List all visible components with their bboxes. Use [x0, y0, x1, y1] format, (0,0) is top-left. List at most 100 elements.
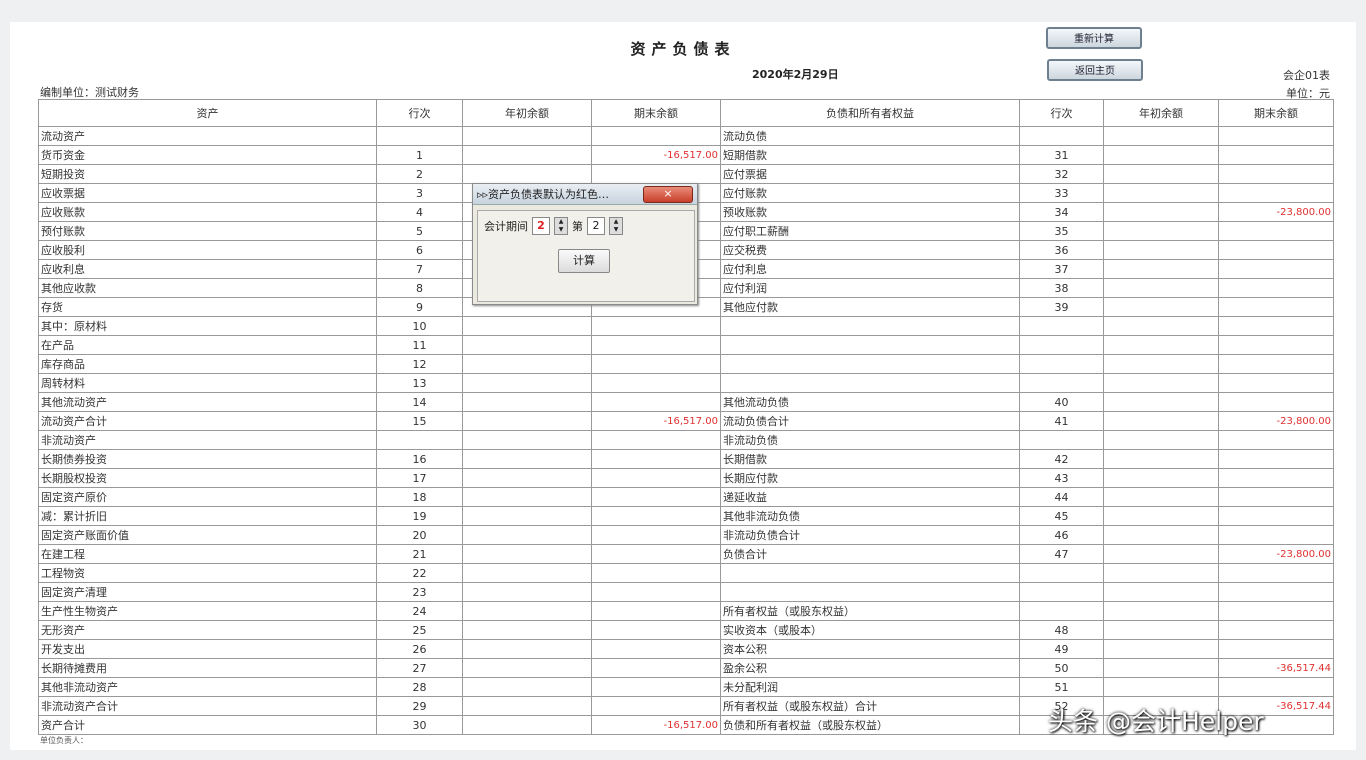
asset-name-cell: 其他应收款 [38, 278, 377, 298]
line-no-cell-right: 50 [1019, 658, 1104, 678]
asset-name-cell: 资产合计 [38, 715, 377, 735]
spin-down-icon[interactable]: ▼ [610, 226, 622, 234]
period-spinner-2[interactable]: ▲ ▼ [609, 217, 623, 235]
asset-name-cell: 应收利息 [38, 259, 377, 279]
return-home-button[interactable]: 返回主页 [1047, 59, 1143, 81]
line-no-cell-right: 44 [1019, 487, 1104, 507]
asset-name-cell: 应收股利 [38, 240, 377, 260]
line-no-cell-right: 39 [1019, 297, 1104, 317]
calculate-button[interactable]: 计算 [558, 249, 610, 273]
closing-balance-cell [591, 582, 721, 602]
line-no-cell-right [1019, 373, 1104, 393]
opening-balance-cell [462, 145, 592, 165]
asset-name-cell: 在产品 [38, 335, 377, 355]
closing-balance-cell [591, 544, 721, 564]
table-row: 固定资产原价 18 递延收益 44 [38, 487, 1334, 507]
opening-balance-cell [462, 316, 592, 336]
opening-balance-cell [462, 715, 592, 735]
closing-balance-cell-right [1218, 677, 1334, 697]
line-no-cell: 13 [376, 373, 463, 393]
opening-balance-cell-right [1103, 449, 1219, 469]
opening-balance-cell-right [1103, 544, 1219, 564]
opening-balance-cell-right [1103, 259, 1219, 279]
closing-balance-cell-right: -23,800.00 [1218, 411, 1334, 431]
line-no-cell: 8 [376, 278, 463, 298]
line-no-cell: 14 [376, 392, 463, 412]
opening-balance-cell [462, 696, 592, 716]
closing-balance-cell-right [1218, 240, 1334, 260]
asset-name-cell: 长期待摊费用 [38, 658, 377, 678]
closing-balance-cell [591, 506, 721, 526]
liability-name-cell: 所有者权益（或股东权益）合计 [720, 696, 1020, 716]
liability-name-cell: 流动负债 [720, 126, 1020, 146]
period-label: 会计期间 [484, 220, 528, 233]
line-no-cell: 25 [376, 620, 463, 640]
calc-dialog: ▹▹ 资产负债表默认为红色… × 会计期间 2 ▲ ▼ 第 2 ▲ ▼ 计算 [472, 183, 698, 305]
line-no-cell-right: 46 [1019, 525, 1104, 545]
header-closing-balance-right: 期末余额 [1218, 99, 1334, 127]
period-year-field[interactable]: 2 [532, 217, 550, 235]
closing-balance-cell [591, 126, 721, 146]
line-no-cell: 2 [376, 164, 463, 184]
line-no-cell-right: 43 [1019, 468, 1104, 488]
closing-balance-cell-right [1218, 373, 1334, 393]
recalculate-button[interactable]: 重新计算 [1046, 27, 1142, 49]
line-no-cell-right [1019, 563, 1104, 583]
line-no-cell: 6 [376, 240, 463, 260]
table-row: 减：累计折旧 19 其他非流动负债 45 [38, 506, 1334, 526]
asset-name-cell: 流动资产合计 [38, 411, 377, 431]
closing-balance-cell [591, 316, 721, 336]
close-icon[interactable]: × [643, 186, 693, 203]
asset-name-cell: 其他流动资产 [38, 392, 377, 412]
liability-name-cell: 其他非流动负债 [720, 506, 1020, 526]
asset-name-cell: 开发支出 [38, 639, 377, 659]
spin-up-icon[interactable]: ▲ [555, 218, 567, 226]
liability-name-cell: 短期借款 [720, 145, 1020, 165]
opening-balance-cell-right [1103, 335, 1219, 355]
opening-balance-cell-right [1103, 506, 1219, 526]
opening-balance-cell-right [1103, 411, 1219, 431]
asset-name-cell: 预付账款 [38, 221, 377, 241]
liability-name-cell: 长期应付款 [720, 468, 1020, 488]
closing-balance-cell [591, 373, 721, 393]
opening-balance-cell-right [1103, 164, 1219, 184]
asset-name-cell: 无形资产 [38, 620, 377, 640]
liability-name-cell: 负债合计 [720, 544, 1020, 564]
closing-balance-cell-right [1218, 259, 1334, 279]
line-no-cell-right: 40 [1019, 392, 1104, 412]
line-no-cell: 7 [376, 259, 463, 279]
header-line-no-right: 行次 [1019, 99, 1104, 127]
closing-balance-cell-right [1218, 639, 1334, 659]
closing-balance-cell-right [1218, 126, 1334, 146]
closing-balance-cell [591, 449, 721, 469]
liability-name-cell: 非流动负债合计 [720, 525, 1020, 545]
closing-balance-cell: -16,517.00 [591, 715, 721, 735]
line-no-cell: 24 [376, 601, 463, 621]
spin-up-icon[interactable]: ▲ [610, 218, 622, 226]
opening-balance-cell-right [1103, 525, 1219, 545]
asset-name-cell: 其中：原材料 [38, 316, 377, 336]
asset-name-cell: 固定资产原价 [38, 487, 377, 507]
period-spinner[interactable]: ▲ ▼ [554, 217, 568, 235]
asset-name-cell: 流动资产 [38, 126, 377, 146]
table-row: 在建工程 21 负债合计 47 -23,800.00 [38, 544, 1334, 564]
table-row: 长期待摊费用 27 盈余公积 50 -36,517.44 [38, 658, 1334, 678]
opening-balance-cell-right [1103, 316, 1219, 336]
liability-name-cell: 应付票据 [720, 164, 1020, 184]
closing-balance-cell [591, 639, 721, 659]
liability-name-cell [720, 354, 1020, 374]
closing-balance-cell: -16,517.00 [591, 145, 721, 165]
line-no-cell: 30 [376, 715, 463, 735]
line-no-cell-right [1019, 316, 1104, 336]
liability-name-cell: 应付账款 [720, 183, 1020, 203]
closing-balance-cell-right [1218, 145, 1334, 165]
asset-name-cell: 其他非流动资产 [38, 677, 377, 697]
line-no-cell-right: 32 [1019, 164, 1104, 184]
closing-balance-cell [591, 620, 721, 640]
table-row: 开发支出 26 资本公积 49 [38, 639, 1334, 659]
table-row: 长期债券投资 16 长期借款 42 [38, 449, 1334, 469]
spin-down-icon[interactable]: ▼ [555, 226, 567, 234]
closing-balance-cell-right [1218, 601, 1334, 621]
period-month-field[interactable]: 2 [587, 217, 605, 235]
table-row: 在产品 11 [38, 335, 1334, 355]
